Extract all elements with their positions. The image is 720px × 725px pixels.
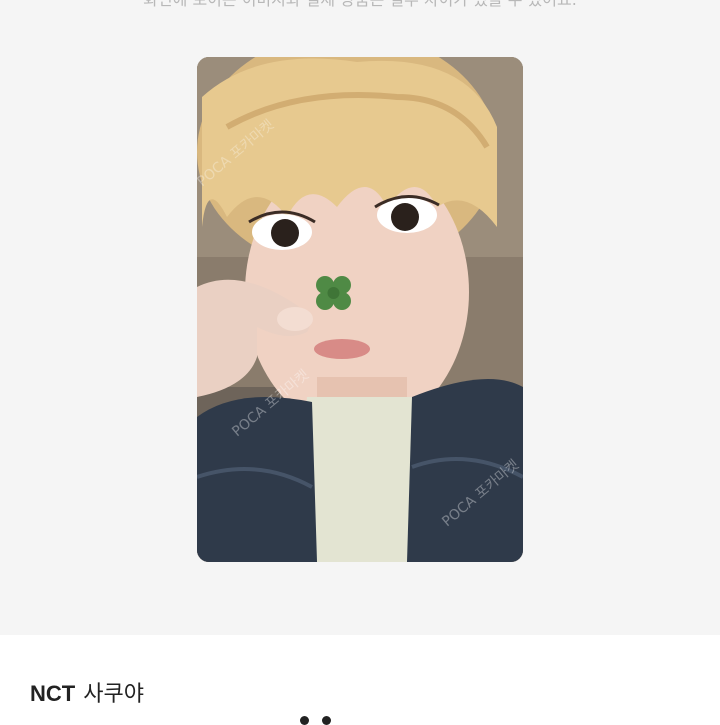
photocard-illustration: POCA 포카마켓 POCA 포카마켓 POCA 포카마켓 — [197, 57, 523, 562]
member-name: 사쿠야 — [83, 681, 144, 706]
image-gallery[interactable]: 화면에 보이는 이미지와 실제 상품은 일부 차이가 있을 수 있어요. — [0, 0, 720, 635]
group-name: NCT — [30, 681, 76, 706]
dot-icon — [300, 716, 309, 725]
product-title: NCT 사쿠야 — [30, 676, 144, 708]
partial-row — [300, 712, 340, 725]
image-disclaimer: 화면에 보이는 이미지와 실제 상품은 일부 차이가 있을 수 있어요. — [0, 0, 720, 10]
dot-icon — [322, 716, 331, 725]
photocard-image[interactable]: POCA 포카마켓 POCA 포카마켓 POCA 포카마켓 — [197, 57, 523, 562]
